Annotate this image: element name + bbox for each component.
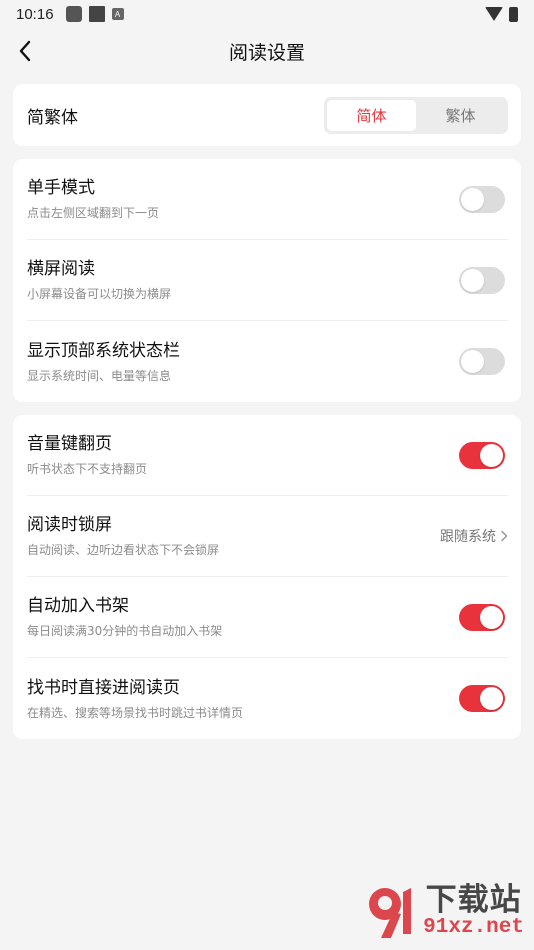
- setting-row-screen-lock[interactable]: 阅读时锁屏 自动阅读、边听边看状态下不会锁屏 跟随系统: [27, 496, 508, 577]
- toggle-knob: [461, 187, 484, 211]
- language-card: 简繁体 简体 繁体: [13, 84, 521, 146]
- watermark: 下载站 91xz.net: [363, 882, 524, 940]
- toggle-knob: [461, 268, 484, 292]
- setting-subtitle: 显示系统时间、电量等信息: [27, 368, 172, 383]
- auto-add-bookshelf-toggle[interactable]: [459, 603, 505, 631]
- wifi-icon: [485, 7, 503, 21]
- toggle-knob: [480, 605, 503, 629]
- nav-bar: 阅读设置: [0, 28, 534, 74]
- direct-to-reader-toggle[interactable]: [459, 685, 505, 712]
- language-label: 简繁体: [27, 107, 78, 128]
- toggle-knob: [461, 350, 484, 373]
- setting-texts: 音量键翻页 听书状态下不支持翻页: [27, 433, 459, 477]
- one-hand-mode-toggle[interactable]: [459, 185, 505, 213]
- option-simplified[interactable]: 简体: [327, 99, 416, 131]
- setting-title: 找书时直接进阅读页: [27, 677, 180, 698]
- setting-texts: 找书时直接进阅读页 在精选、搜索等场景找书时跳过书详情页: [27, 677, 459, 721]
- setting-row-auto-add-bookshelf[interactable]: 自动加入书架 每日阅读满30分钟的书自动加入书架: [27, 577, 508, 658]
- status-bar: 10:16 A: [0, 0, 534, 28]
- setting-subtitle: 点击左侧区域翻到下一页: [27, 206, 160, 220]
- show-status-bar-toggle[interactable]: [459, 348, 505, 375]
- setting-texts: 显示顶部系统状态栏 显示系统时间、电量等信息: [27, 340, 459, 384]
- landscape-reading-toggle[interactable]: [459, 266, 505, 294]
- setting-row-landscape-reading[interactable]: 横屏阅读 小屏幕设备可以切换为横屏: [27, 240, 508, 321]
- setting-title: 自动加入书架: [27, 596, 129, 616]
- settings-group-display: 单手模式 点击左侧区域翻到下一页 横屏阅读 小屏幕设备可以切换为横屏 显示顶部系…: [13, 159, 521, 402]
- setting-texts: 自动加入书架 每日阅读满30分钟的书自动加入书架: [27, 595, 459, 639]
- settings-group-behavior: 音量键翻页 听书状态下不支持翻页 阅读时锁屏 自动阅读、边听边看状态下不会锁屏 …: [13, 415, 521, 739]
- back-button[interactable]: [12, 38, 38, 64]
- setting-subtitle: 听书状态下不支持翻页: [27, 462, 148, 476]
- page-title: 阅读设置: [228, 41, 305, 64]
- screen-lock-value-text: 跟随系统: [440, 529, 496, 545]
- watermark-texts: 下载站 91xz.net: [423, 883, 524, 939]
- screen-lock-value[interactable]: 跟随系统: [440, 526, 508, 546]
- option-traditional[interactable]: 繁体: [416, 100, 505, 131]
- setting-subtitle: 每日阅读满30分钟的书自动加入书架: [27, 624, 223, 638]
- language-segmented-control: 简体 繁体: [324, 96, 508, 134]
- battery-icon: [509, 6, 518, 22]
- setting-row-one-hand-mode[interactable]: 单手模式 点击左侧区域翻到下一页: [27, 159, 508, 240]
- setting-title: 单手模式: [27, 178, 95, 198]
- notification-square-icon: [88, 6, 105, 22]
- volume-key-page-turn-toggle[interactable]: [459, 441, 505, 469]
- notification-a-icon: A: [111, 8, 124, 20]
- setting-title: 横屏阅读: [27, 259, 95, 279]
- setting-row-volume-key-page-turn[interactable]: 音量键翻页 听书状态下不支持翻页: [27, 415, 508, 496]
- chevron-left-icon: [19, 40, 31, 62]
- chevron-right-icon: [501, 530, 508, 542]
- setting-subtitle: 自动阅读、边听边看状态下不会锁屏: [27, 543, 220, 557]
- status-time: 10:16: [16, 5, 54, 23]
- setting-texts: 横屏阅读 小屏幕设备可以切换为横屏: [27, 258, 459, 302]
- setting-row-direct-to-reader[interactable]: 找书时直接进阅读页 在精选、搜索等场景找书时跳过书详情页: [27, 658, 508, 739]
- setting-title: 显示顶部系统状态栏: [27, 340, 180, 361]
- setting-title: 音量键翻页: [27, 434, 112, 454]
- toggle-knob: [480, 687, 503, 710]
- setting-subtitle: 小屏幕设备可以切换为横屏: [27, 287, 172, 301]
- setting-subtitle: 在精选、搜索等场景找书时跳过书详情页: [27, 705, 244, 720]
- toggle-knob: [480, 443, 503, 467]
- setting-texts: 单手模式 点击左侧区域翻到下一页: [27, 177, 459, 221]
- setting-row-show-status-bar[interactable]: 显示顶部系统状态栏 显示系统时间、电量等信息: [27, 321, 508, 402]
- setting-title: 阅读时锁屏: [27, 515, 112, 535]
- watermark-url: 91xz.net: [423, 916, 524, 939]
- watermark-name: 下载站: [425, 882, 522, 918]
- notification-app-icon: [65, 6, 82, 22]
- setting-texts: 阅读时锁屏 自动阅读、边听边看状态下不会锁屏: [27, 514, 440, 558]
- watermark-logo-icon: [363, 882, 421, 940]
